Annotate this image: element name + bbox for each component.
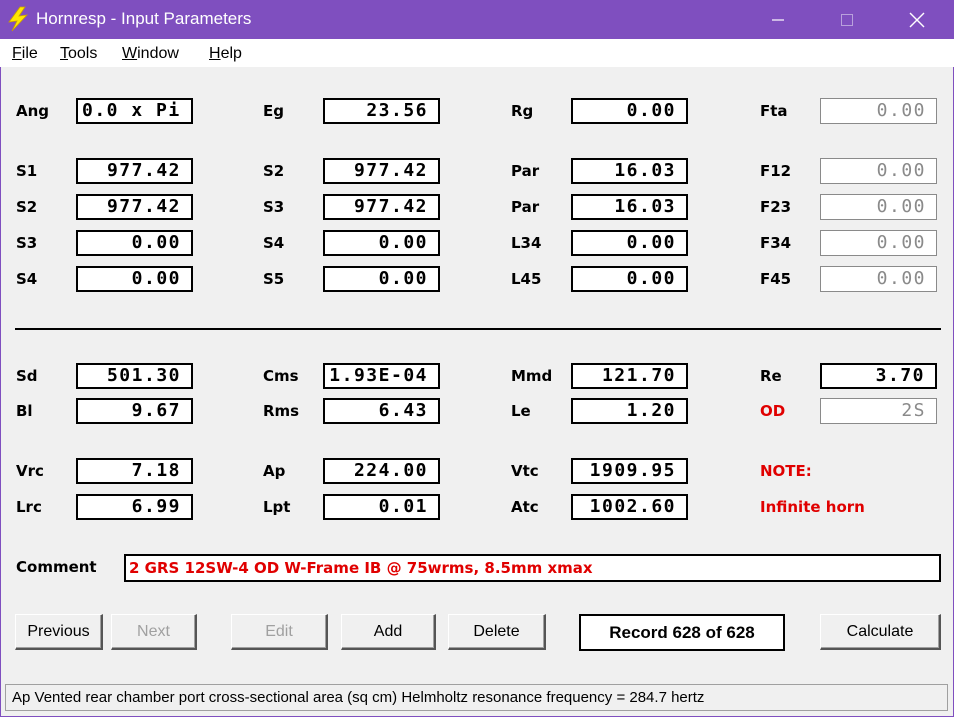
f34-label: F34 — [760, 234, 792, 252]
s4-field[interactable]: 0.00 — [76, 266, 193, 292]
atc-label: Atc — [511, 498, 539, 516]
f23-label: F23 — [760, 198, 792, 216]
lightning-bolt-icon — [6, 6, 30, 32]
od-field: 2S — [820, 398, 937, 424]
vtc-label: Vtc — [511, 462, 539, 480]
mmd-label: Mmd — [511, 367, 553, 385]
s5-label: S5 — [263, 270, 285, 288]
l45-label: L45 — [511, 270, 542, 288]
status-bar: Ap Vented rear chamber port cross-sectio… — [5, 684, 948, 711]
l45-field[interactable]: 0.00 — [571, 266, 688, 292]
par-label: Par — [511, 198, 540, 216]
s2-field[interactable]: 977.42 — [323, 158, 440, 184]
f12-label: F12 — [760, 162, 792, 180]
s2-label: S2 — [263, 162, 285, 180]
atc-field[interactable]: 1002.60 — [571, 494, 688, 520]
rms-label: Rms — [263, 402, 300, 420]
fta-label: Fta — [760, 102, 788, 120]
minimize-icon — [772, 18, 784, 21]
sd-label: Sd — [16, 367, 38, 385]
vrc-field[interactable]: 7.18 — [76, 458, 193, 484]
le-label: Le — [511, 402, 531, 420]
s3-label: S3 — [16, 234, 38, 252]
eg-label: Eg — [263, 102, 284, 120]
par-field[interactable]: 16.03 — [571, 194, 688, 220]
bl-label: Bl — [16, 402, 33, 420]
ap-field[interactable]: 224.00 — [323, 458, 440, 484]
s5-field[interactable]: 0.00 — [323, 266, 440, 292]
fta-field: 0.00 — [820, 98, 937, 124]
eg-field[interactable]: 23.56 — [323, 98, 440, 124]
s2-label: S2 — [16, 198, 38, 216]
od-label: OD — [760, 402, 786, 420]
lpt-label: Lpt — [263, 498, 291, 516]
menu-window[interactable]: Window — [122, 45, 179, 63]
calculate-button[interactable]: Calculate — [820, 614, 941, 650]
lpt-field[interactable]: 0.01 — [323, 494, 440, 520]
next-button: Next — [111, 614, 197, 650]
s3-label: S3 — [263, 198, 285, 216]
menu-help[interactable]: Help — [209, 45, 242, 63]
f45-field: 0.00 — [820, 266, 937, 292]
par-label: Par — [511, 162, 540, 180]
menu-tools[interactable]: Tools — [60, 45, 97, 63]
vtc-field[interactable]: 1909.95 — [571, 458, 688, 484]
cms-field[interactable]: 1.93E-04 — [323, 363, 440, 389]
f45-label: F45 — [760, 270, 792, 288]
previous-button[interactable]: Previous — [15, 614, 103, 650]
re-label: Re — [760, 367, 782, 385]
ang-label: Ang — [16, 102, 50, 120]
section-divider — [15, 328, 941, 330]
f23-field: 0.00 — [820, 194, 937, 220]
menu-file[interactable]: File — [12, 45, 38, 63]
s3-field[interactable]: 977.42 — [323, 194, 440, 220]
close-button[interactable] — [894, 0, 940, 39]
add-button[interactable]: Add — [341, 614, 436, 650]
ap-label: Ap — [263, 462, 286, 480]
record-indicator: Record 628 of 628 — [579, 614, 785, 651]
re-field[interactable]: 3.70 — [820, 363, 937, 389]
par-field[interactable]: 16.03 — [571, 158, 688, 184]
bl-field[interactable]: 9.67 — [76, 398, 193, 424]
vrc-label: Vrc — [16, 462, 44, 480]
mmd-field[interactable]: 121.70 — [571, 363, 688, 389]
note-label: NOTE: — [760, 462, 812, 480]
cms-label: Cms — [263, 367, 299, 385]
menu-bar: File Tools Window Help — [0, 39, 954, 67]
f34-field: 0.00 — [820, 230, 937, 256]
s4-field[interactable]: 0.00 — [323, 230, 440, 256]
l34-field[interactable]: 0.00 — [571, 230, 688, 256]
comment-label: Comment — [16, 558, 97, 576]
s3-field[interactable]: 0.00 — [76, 230, 193, 256]
sd-field[interactable]: 501.30 — [76, 363, 193, 389]
edit-button: Edit — [231, 614, 328, 650]
window-title: Hornresp - Input Parameters — [36, 9, 252, 28]
l34-label: L34 — [511, 234, 542, 252]
f12-field: 0.00 — [820, 158, 937, 184]
lrc-label: Lrc — [16, 498, 42, 516]
s4-label: S4 — [16, 270, 38, 288]
rms-field[interactable]: 6.43 — [323, 398, 440, 424]
s2-field[interactable]: 977.42 — [76, 194, 193, 220]
delete-button[interactable]: Delete — [448, 614, 546, 650]
ang-field[interactable]: 0.0 x Pi — [76, 98, 193, 124]
s1-label: S1 — [16, 162, 38, 180]
close-icon — [909, 12, 925, 27]
comment-field[interactable]: 2 GRS 12SW-4 OD W-Frame IB @ 75wrms, 8.5… — [124, 554, 941, 582]
s4-label: S4 — [263, 234, 285, 252]
maximize-icon — [841, 13, 853, 26]
maximize-button[interactable] — [824, 0, 870, 39]
s1-field[interactable]: 977.42 — [76, 158, 193, 184]
minimize-button[interactable] — [755, 0, 801, 39]
rg-label: Rg — [511, 102, 534, 120]
lrc-field[interactable]: 6.99 — [76, 494, 193, 520]
note-text: Infinite horn — [760, 498, 865, 516]
rg-field[interactable]: 0.00 — [571, 98, 688, 124]
le-field[interactable]: 1.20 — [571, 398, 688, 424]
title-bar[interactable]: Hornresp - Input Parameters — [0, 0, 954, 39]
